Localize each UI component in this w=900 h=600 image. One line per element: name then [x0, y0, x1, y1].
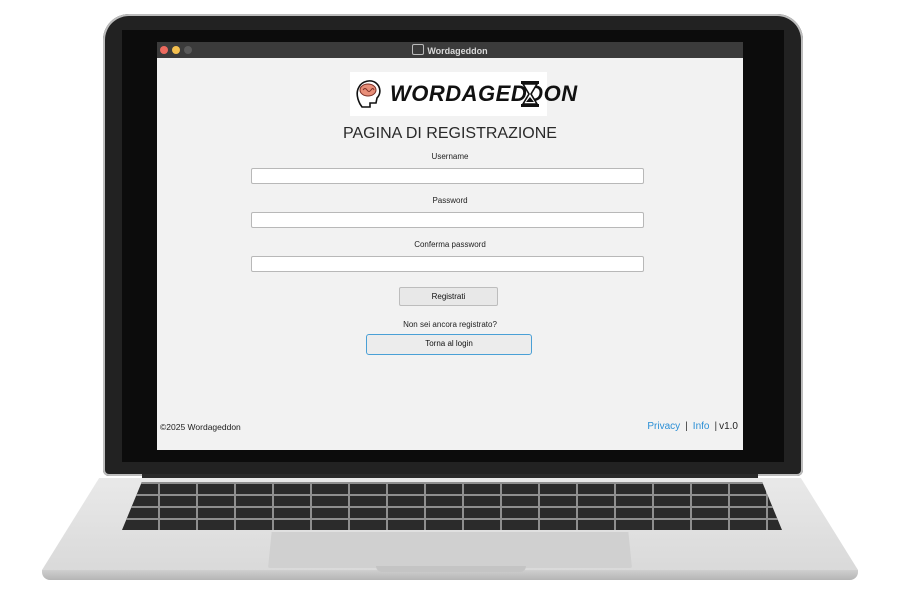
laptop-base	[42, 474, 858, 582]
trackpad	[268, 532, 632, 568]
footer-separator: |	[685, 421, 688, 432]
window-title: Wordageddon	[157, 44, 743, 56]
brain-head-icon	[356, 80, 381, 108]
app-window: Wordageddon WORDAGEDDON PAGINA DI REGIST…	[157, 42, 743, 450]
window-title-text: Wordageddon	[427, 46, 488, 56]
password-field[interactable]	[251, 212, 644, 228]
footer-links: Privacy | Info | v1.0	[647, 421, 738, 432]
page-title: PAGINA DI REGISTRAZIONE	[343, 125, 557, 142]
app-icon	[412, 44, 425, 55]
register-button[interactable]: Registrati	[399, 287, 498, 306]
footer-separator: |	[714, 421, 718, 432]
confirm-password-label: Conferma password	[414, 240, 486, 249]
hourglass-icon	[521, 81, 539, 107]
not-registered-hint: Non sei ancora registrato?	[403, 320, 497, 329]
username-field[interactable]	[251, 168, 644, 184]
confirm-password-field[interactable]	[251, 256, 644, 272]
info-link[interactable]: Info	[693, 421, 710, 432]
copyright-text: ©2025 Wordageddon	[160, 422, 241, 432]
version-text: v1.0	[719, 421, 738, 432]
logo-text: WORDAGEDDON	[390, 81, 578, 106]
app-logo: WORDAGEDDON	[350, 72, 577, 116]
password-label: Password	[432, 196, 468, 205]
title-bar: Wordageddon	[157, 42, 743, 58]
hinge	[142, 474, 758, 478]
lid-notch	[376, 566, 526, 572]
keyboard	[122, 482, 782, 530]
username-label: Username	[431, 152, 469, 161]
back-to-login-button[interactable]: Torna al login	[366, 334, 532, 355]
privacy-link[interactable]: Privacy	[647, 421, 680, 432]
